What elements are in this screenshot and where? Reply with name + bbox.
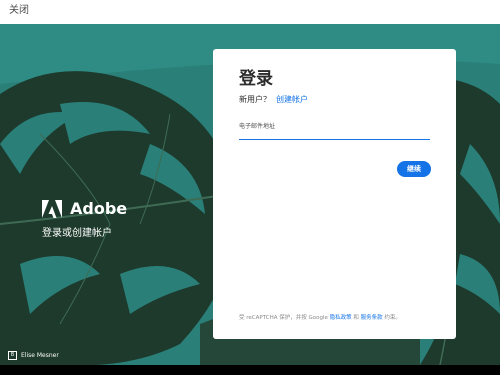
- behance-icon: B: [8, 351, 17, 360]
- recaptcha-suffix: 约束。: [384, 315, 401, 321]
- privacy-policy-link[interactable]: 隐私政策: [330, 315, 352, 321]
- login-card: 登录 新用户？ 创建帐户 电子邮件地址 继续 受 reCAPTCHA 保护，并按 …: [213, 49, 456, 339]
- terms-of-service-link[interactable]: 服务条款: [361, 315, 383, 321]
- bottom-bar: [0, 365, 500, 375]
- photo-credit-name: Elise Mesner: [21, 352, 59, 359]
- photo-credit[interactable]: B Elise Mesner: [8, 351, 59, 360]
- brand-block: Adobe 登录或创建帐户: [42, 200, 127, 239]
- continue-button[interactable]: 继续: [397, 161, 431, 177]
- brand-name: Adobe: [70, 199, 128, 218]
- recaptcha-notice: 受 reCAPTCHA 保护，并按 Google 隐私政策 和 服务条款 约束。: [239, 313, 401, 321]
- adobe-logo-icon: [42, 200, 62, 218]
- create-account-link[interactable]: 创建帐户: [276, 95, 308, 104]
- recaptcha-prefix: 受 reCAPTCHA 保护，并按 Google: [239, 315, 328, 321]
- page-title: 登录: [239, 69, 273, 89]
- brand-tagline: 登录或创建帐户: [42, 228, 112, 239]
- email-field[interactable]: [239, 129, 430, 140]
- new-user-prompt: 新用户？: [239, 95, 271, 104]
- close-link[interactable]: 关闭: [9, 5, 29, 17]
- new-user-row: 新用户？ 创建帐户: [239, 94, 308, 105]
- recaptcha-and: 和: [353, 315, 359, 321]
- top-bar: 关闭: [0, 0, 500, 24]
